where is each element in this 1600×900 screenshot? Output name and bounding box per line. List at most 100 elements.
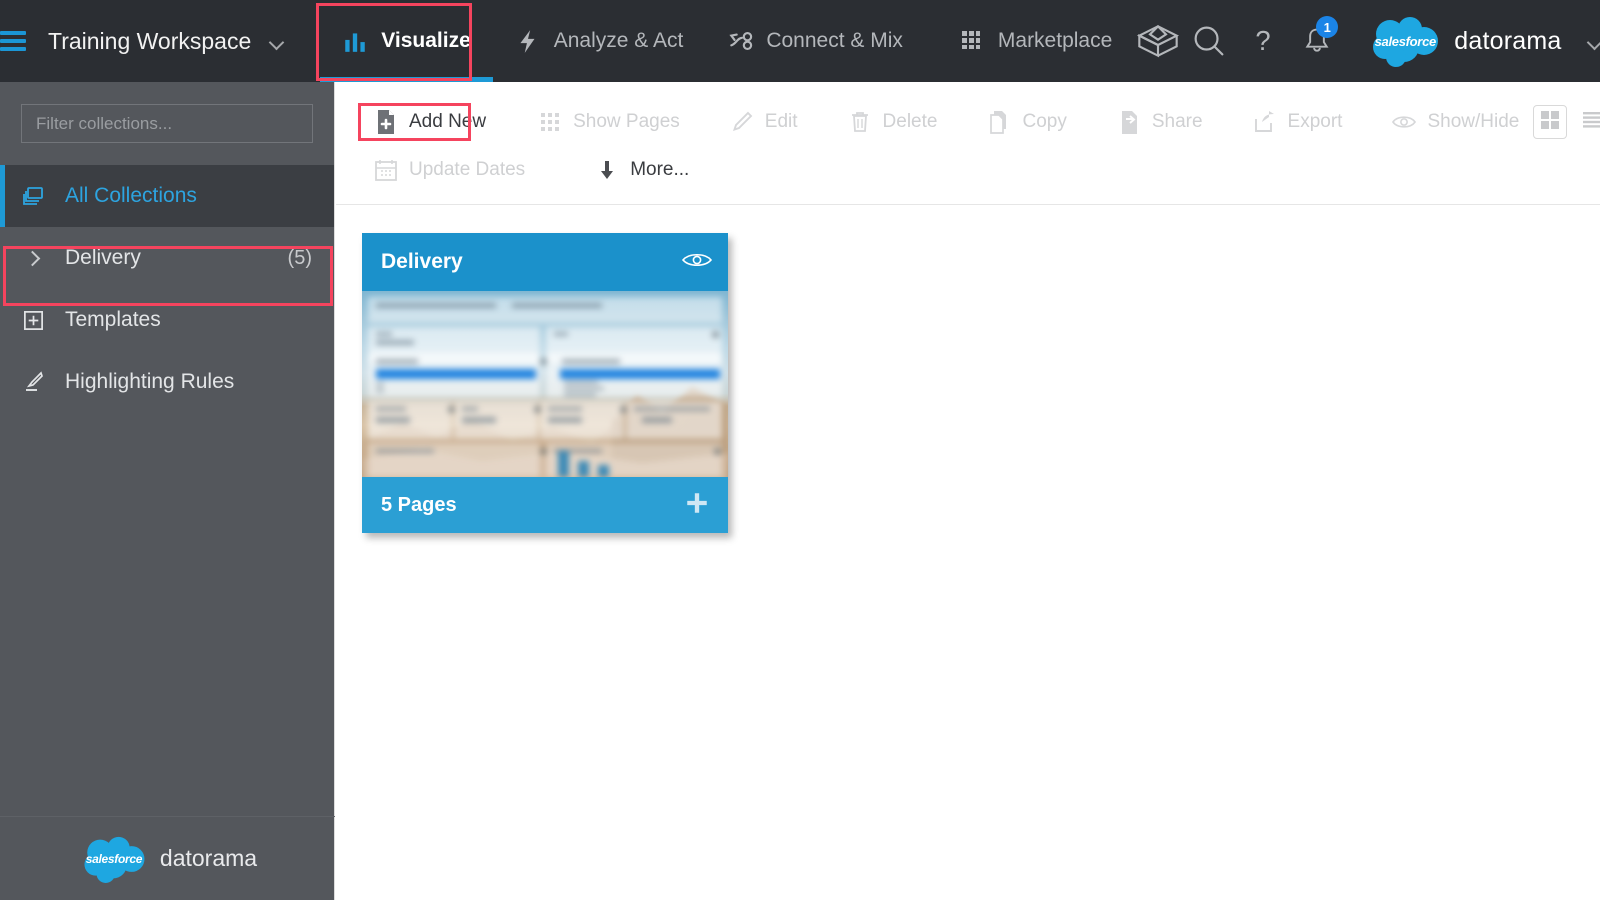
- salesforce-cloud-icon: salesforce: [78, 834, 150, 884]
- nav-tab-label: Analyze & Act: [553, 29, 684, 52]
- collections-sidebar: All Collections Delivery (5) Templates: [0, 82, 335, 900]
- sidebar-item-label: Templates: [65, 308, 161, 331]
- bar-chart-icon: [342, 28, 368, 54]
- export-button[interactable]: Export: [1239, 103, 1357, 141]
- chevron-down-glyph: [1589, 37, 1600, 45]
- update-dates-button[interactable]: Update Dates: [360, 151, 539, 189]
- nav-tab-label: Marketplace: [997, 29, 1113, 52]
- account-chevron-down-icon[interactable]: [1574, 0, 1600, 82]
- notification-badge: 1: [1316, 16, 1339, 38]
- pencil-icon: [730, 109, 754, 135]
- grid-apps-icon: [959, 28, 985, 54]
- sidebar-item-label: Delivery: [65, 246, 141, 269]
- show-hide-button[interactable]: Show/Hide: [1378, 103, 1533, 141]
- salesforce-wordmark: salesforce: [1374, 33, 1437, 49]
- thumbnail-mini-bar-chart: [558, 451, 609, 477]
- search-icon[interactable]: [1182, 0, 1236, 82]
- copy-button[interactable]: Copy: [973, 103, 1080, 141]
- eye-icon: [1392, 109, 1417, 135]
- toolbar-row-primary: Add New Show Pages Edit Delete Copy Shar…: [358, 98, 1600, 146]
- highlighter-icon: [22, 370, 54, 394]
- list-view-button[interactable]: [1575, 105, 1600, 139]
- top-navigation-bar: Training Workspace Visualize Analyze & A…: [0, 0, 1600, 82]
- nav-tab-marketplace[interactable]: Marketplace: [937, 0, 1134, 82]
- toolbar-button-label: Share: [1151, 111, 1203, 132]
- grid-view-icon: [1540, 110, 1560, 135]
- toolbar-button-label: Copy: [1022, 111, 1067, 132]
- share-file-icon: [1117, 109, 1141, 135]
- add-new-button[interactable]: Add New: [360, 103, 500, 141]
- expand-chevron-right-icon[interactable]: [22, 250, 54, 266]
- nav-tab-analyze-act[interactable]: Analyze & Act: [493, 0, 706, 82]
- datorama-wordmark: datorama: [1454, 26, 1562, 55]
- arrow-down-icon: [595, 157, 619, 183]
- connector-icon: [727, 28, 753, 54]
- toolbar-button-label: More...: [630, 159, 690, 180]
- nav-tab-connect-mix[interactable]: Connect & Mix: [705, 0, 925, 82]
- toolbar-button-label: Update Dates: [409, 159, 526, 180]
- card-header: Delivery: [362, 233, 728, 291]
- datorama-wordmark: datorama: [159, 845, 258, 871]
- list-view-icon: [1582, 110, 1600, 135]
- chevron-down-icon: [271, 37, 284, 45]
- toolbar-button-label: Show Pages: [573, 111, 680, 132]
- main-content-area: Add New Show Pages Edit Delete Copy Shar…: [336, 82, 1600, 900]
- hamburger-bars: [0, 27, 26, 55]
- filter-collections-wrap: [0, 82, 334, 143]
- cube-icon[interactable]: [1134, 0, 1182, 82]
- workspace-selector[interactable]: Training Workspace: [26, 0, 306, 82]
- salesforce-cloud-icon: salesforce: [1366, 14, 1444, 68]
- card-pages-count: 5 Pages: [381, 493, 457, 516]
- filter-collections-input[interactable]: [21, 104, 313, 143]
- menu-icon[interactable]: [0, 0, 26, 82]
- salesforce-wordmark: salesforce: [85, 851, 143, 866]
- grid-view-button[interactable]: [1533, 105, 1568, 139]
- toolbar-button-label: Export: [1287, 111, 1343, 132]
- nav-right-cluster: ? 1 salesforce datorama: [1182, 0, 1600, 82]
- plus-square-icon: [22, 309, 54, 332]
- sidebar-item-label: All Collections: [65, 184, 197, 207]
- brand-logo[interactable]: salesforce datorama: [1344, 14, 1573, 68]
- toolbar-button-label: Edit: [764, 111, 798, 132]
- plus-icon[interactable]: [684, 490, 710, 521]
- nav-tab-label: Visualize: [381, 29, 471, 52]
- file-add-icon: [374, 109, 398, 135]
- card-footer: 5 Pages: [362, 477, 728, 533]
- collections-icon: [22, 185, 54, 207]
- edit-button[interactable]: Edit: [716, 103, 812, 141]
- calendar-icon: [374, 157, 398, 183]
- toolbar-row-secondary: Update Dates More...: [358, 146, 1578, 194]
- nav-tab-label: Connect & Mix: [766, 29, 903, 52]
- view-toggle-group: [1533, 105, 1600, 139]
- sidebar-item-delivery[interactable]: Delivery (5): [0, 227, 334, 289]
- collections-card-grid: Delivery 5 Pages: [336, 205, 1600, 533]
- collection-card-delivery[interactable]: Delivery 5 Pages: [362, 233, 728, 533]
- sidebar-item-label: Highlighting Rules: [65, 370, 235, 393]
- lightning-bolt-icon: [515, 28, 541, 54]
- card-title: Delivery: [381, 250, 463, 273]
- nav-tab-visualize[interactable]: Visualize: [320, 0, 493, 82]
- grid-pages-icon: [538, 109, 562, 135]
- card-thumbnail: [362, 291, 728, 477]
- caret-right-glyph: [24, 250, 41, 266]
- sidebar-item-highlighting-rules[interactable]: Highlighting Rules: [0, 351, 334, 413]
- sidebar-nav-list: All Collections Delivery (5) Templates H…: [0, 165, 334, 413]
- sidebar-item-all-collections[interactable]: All Collections: [0, 165, 334, 227]
- actions-toolbar: Add New Show Pages Edit Delete Copy Shar…: [336, 82, 1600, 205]
- more-button[interactable]: More...: [581, 151, 703, 189]
- svg-text:?: ?: [1256, 25, 1271, 56]
- workspace-name: Training Workspace: [48, 27, 252, 54]
- bell-icon[interactable]: 1: [1290, 0, 1344, 82]
- show-pages-button[interactable]: Show Pages: [524, 103, 694, 141]
- share-button[interactable]: Share: [1103, 103, 1217, 141]
- sidebar-brand-footer: salesforce datorama: [0, 816, 335, 900]
- export-icon: [1253, 109, 1277, 135]
- help-icon[interactable]: ?: [1236, 0, 1290, 82]
- thumbnail-dashboard-overlay: [362, 291, 728, 477]
- trash-icon: [848, 109, 872, 135]
- delete-button[interactable]: Delete: [834, 103, 952, 141]
- toolbar-button-label: Show/Hide: [1427, 111, 1520, 132]
- sidebar-item-templates[interactable]: Templates: [0, 289, 334, 351]
- copy-icon: [987, 109, 1011, 135]
- eye-icon[interactable]: [681, 251, 713, 274]
